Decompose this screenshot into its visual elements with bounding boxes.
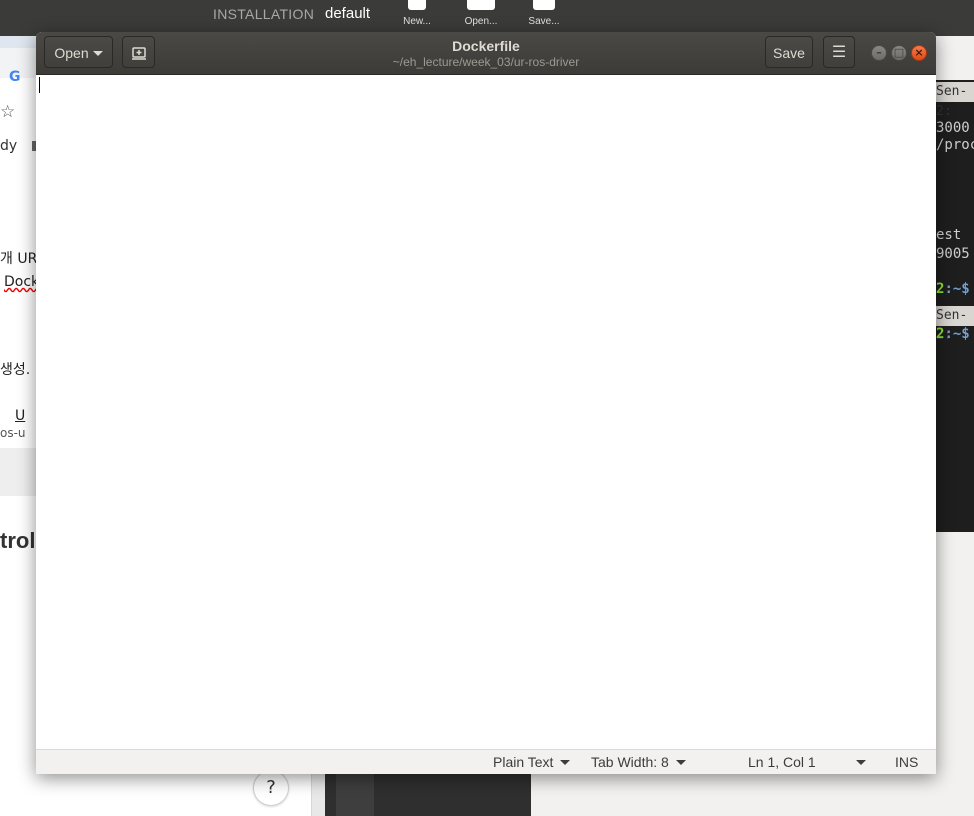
hamburger-menu-icon: ☰	[831, 44, 847, 61]
gedit-window: Open Dockerfile ~/eh_lecture/week_03/ur-…	[36, 32, 936, 774]
insert-mode-indicator: INS	[895, 754, 919, 770]
chevron-down-icon[interactable]	[856, 760, 866, 765]
new-tool-label: New...	[403, 16, 431, 27]
google-icon[interactable]: G	[9, 69, 21, 85]
tab-width-selector[interactable]: Tab Width: 8	[591, 753, 686, 771]
new-file-icon	[408, 0, 426, 10]
close-button[interactable]: ×	[911, 45, 927, 61]
chevron-down-icon	[560, 760, 571, 765]
background-app-toolbar: INSTALLATION default New... Open... Save…	[0, 0, 974, 36]
document-heading: trol	[0, 528, 36, 553]
installation-label: INSTALLATION	[213, 6, 315, 22]
open-button-label: Open	[54, 45, 89, 61]
document-text-line: Dock	[4, 274, 40, 290]
new-tab-button[interactable]	[122, 36, 155, 68]
document-title: Dockerfile	[452, 38, 520, 54]
save-tool-button[interactable]: Save...	[524, 0, 564, 27]
document-path: ~/eh_lecture/week_03/ur-ros-driver	[392, 55, 580, 69]
text-cursor	[39, 77, 40, 93]
underline-format-button[interactable]: U	[15, 408, 25, 424]
document-text-line: 생성.	[0, 362, 31, 378]
status-bar: Plain Text Tab Width: 8 Ln 1, Col 1 INS	[36, 749, 936, 774]
background-terminal[interactable]: Sen-2: 3000 /proc est 9005 2:~$ Sen-2: 2…	[936, 80, 974, 532]
save-tool-label: Save...	[528, 16, 560, 27]
terminal-line: est	[936, 227, 962, 243]
new-document-icon	[131, 47, 146, 60]
save-button[interactable]: Save	[765, 36, 813, 68]
chevron-down-icon	[675, 760, 686, 765]
tab-width-label: Tab Width: 8	[591, 754, 669, 770]
folder-icon	[467, 0, 495, 10]
bookmark-item[interactable]: dy	[0, 138, 17, 154]
terminal-prompt-path: :~$	[944, 326, 970, 342]
open-tool-label: Open...	[464, 16, 498, 27]
open-button[interactable]: Open	[44, 36, 113, 68]
terminal-prompt: 2:~$	[936, 326, 970, 342]
document-text-line: os-u	[0, 426, 26, 440]
background-dark-panel-inner	[336, 774, 374, 816]
maximize-icon: □	[893, 46, 905, 59]
text-editor-area[interactable]	[36, 75, 936, 749]
terminal-prompt: 2:~$	[936, 281, 970, 297]
maximize-button[interactable]: □	[891, 45, 907, 61]
header-bar: Open Dockerfile ~/eh_lecture/week_03/ur-…	[36, 32, 936, 75]
chevron-down-icon	[92, 51, 103, 56]
terminal-line: /proc	[936, 137, 974, 153]
save-icon	[533, 0, 555, 10]
close-icon: ×	[914, 46, 924, 59]
minimize-button[interactable]: –	[871, 45, 887, 61]
terminal-title: Sen-2:	[936, 82, 974, 119]
window-title: Dockerfile ~/eh_lecture/week_03/ur-ros-d…	[286, 37, 686, 70]
language-label: Plain Text	[493, 754, 554, 770]
installation-value[interactable]: default	[325, 5, 370, 22]
terminal-title: Sen-2:	[936, 306, 974, 343]
bookmark-star-icon[interactable]: ☆	[0, 102, 15, 122]
open-tool-button[interactable]: Open...	[461, 0, 501, 27]
cursor-position[interactable]: Ln 1, Col 1	[748, 753, 816, 771]
terminal-prompt-path: :~$	[944, 281, 970, 297]
minimize-icon: –	[876, 46, 882, 59]
terminal-line: 3000	[936, 120, 970, 136]
menu-button[interactable]: ☰	[823, 36, 855, 68]
new-tool-button[interactable]: New...	[397, 0, 437, 27]
language-selector[interactable]: Plain Text	[493, 753, 571, 771]
help-button[interactable]: ?	[253, 770, 289, 806]
terminal-line: 9005	[936, 246, 970, 262]
background-divider	[311, 773, 326, 816]
